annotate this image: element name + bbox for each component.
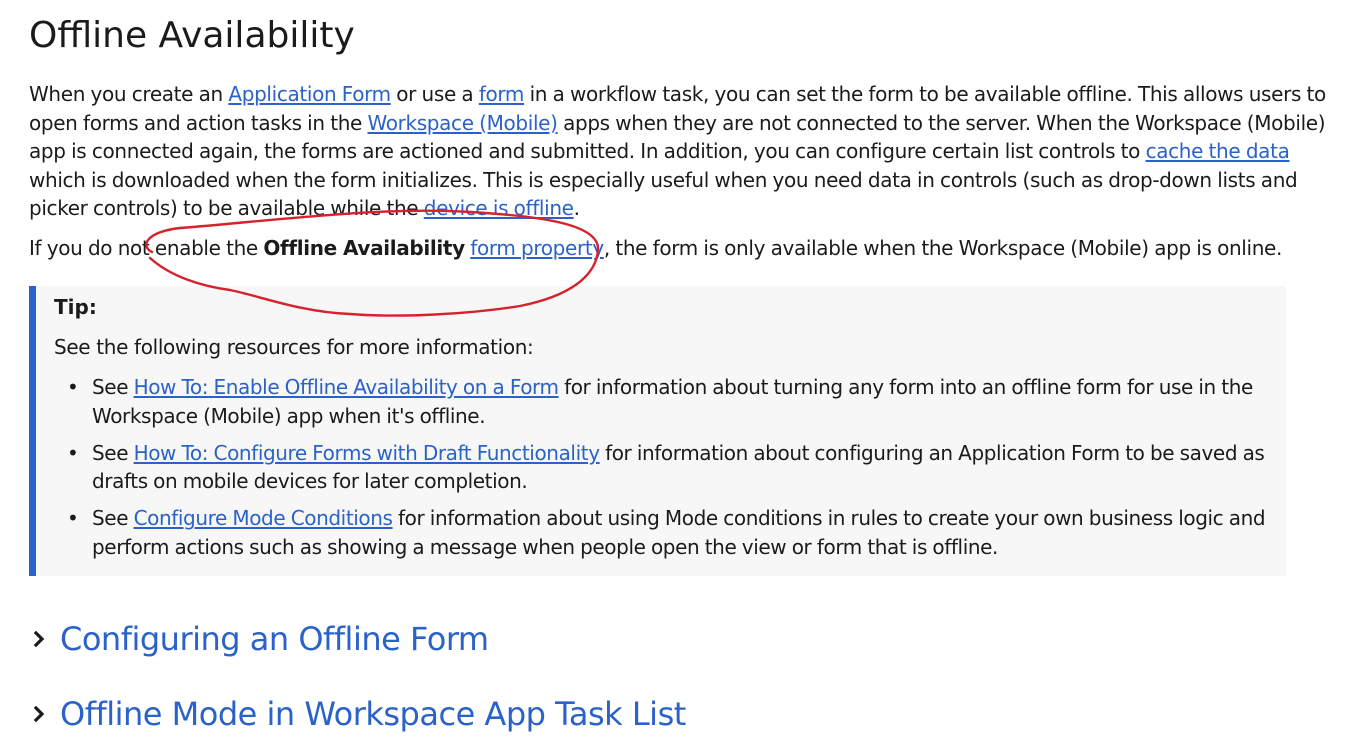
draft-functionality-link[interactable]: How To: Configure Forms with Draft Funct…: [134, 441, 600, 465]
page-title: Offline Availability: [29, 15, 355, 56]
offline-property-paragraph: If you do not enable the Offline Availab…: [29, 236, 1282, 260]
offline-availability-term: Offline Availability: [263, 236, 465, 260]
enable-offline-availability-link[interactable]: How To: Enable Offline Availability on a…: [134, 375, 559, 399]
list-item: • See How To: Configure Forms with Draft …: [67, 440, 1265, 494]
tip-resource-list: • See How To: Enable Offline Availability…: [54, 373, 1272, 562]
bullet-icon: •: [67, 375, 79, 399]
list-item: • See How To: Enable Offline Availability…: [67, 375, 1253, 428]
tip-title: Tip:: [54, 295, 97, 319]
cache-the-data-link[interactable]: cache the data: [1146, 139, 1290, 163]
section-offline-mode-task-list[interactable]: Offline Mode in Workspace App Task List: [29, 688, 686, 740]
configure-mode-conditions-link[interactable]: Configure Mode Conditions: [134, 506, 393, 530]
workspace-mobile-link[interactable]: Workspace (Mobile): [367, 111, 557, 135]
section-configuring-offline-form[interactable]: Configuring an Offline Form: [29, 613, 489, 665]
form-link[interactable]: form: [479, 82, 525, 106]
chevron-right-icon: [33, 705, 45, 723]
section-title[interactable]: Offline Mode in Workspace App Task List: [60, 688, 686, 740]
form-property-link[interactable]: form property: [470, 236, 604, 260]
bullet-icon: •: [67, 506, 79, 531]
tip-intro: See the following resources for more inf…: [54, 335, 534, 359]
article: Offline Availability When you create an …: [29, 10, 1349, 733]
application-form-link[interactable]: Application Form: [228, 82, 391, 106]
device-is-offline-link[interactable]: device is offline: [424, 196, 574, 220]
bullet-icon: •: [67, 440, 79, 465]
section-title[interactable]: Configuring an Offline Form: [60, 613, 489, 665]
intro-paragraph: When you create an Application Form or u…: [29, 82, 1326, 221]
chevron-right-icon: [33, 630, 45, 648]
list-item: • See Configure Mode Conditions for infor…: [67, 506, 1266, 559]
tip-callout: Tip: See the following resources for mor…: [29, 286, 1286, 576]
